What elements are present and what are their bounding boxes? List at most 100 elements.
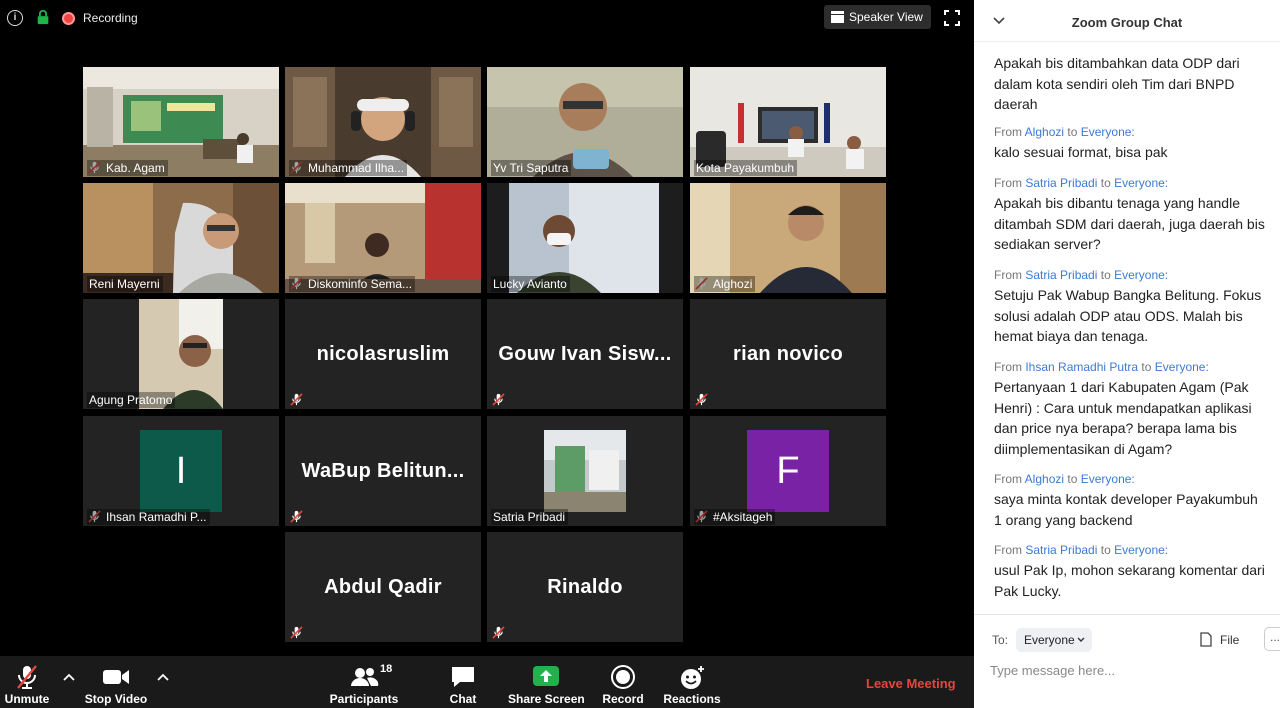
file-icon	[1200, 632, 1212, 647]
chat-header: Zoom Group Chat	[974, 0, 1280, 42]
message-recipient[interactable]: Everyone:	[1114, 543, 1168, 557]
message-sender[interactable]: Alghozi	[1025, 472, 1064, 486]
avatar: F	[747, 430, 829, 512]
chat-message: From Satria Pribadi to Everyone: usul Pa…	[994, 543, 1266, 601]
record-icon	[611, 665, 635, 689]
message-text: Apakah bis ditambahkan data ODP dari dal…	[994, 55, 1240, 112]
muted-mic-icon	[17, 665, 37, 689]
participant-tile[interactable]: Muhammad Ilha...	[285, 67, 481, 177]
to-word: to	[1100, 268, 1111, 282]
message-sender[interactable]: Ihsan Ramadhi Putra	[1025, 360, 1138, 374]
participant-tile[interactable]: rian novico	[690, 299, 886, 409]
participant-display-name: Abdul Qadir	[324, 575, 442, 598]
smiley-plus-icon	[681, 666, 704, 689]
message-recipient[interactable]: Everyone:	[1081, 125, 1135, 139]
participant-tile[interactable]: Reni Mayerni	[83, 183, 279, 293]
participant-tile[interactable]: Yv Tri Saputra	[487, 67, 683, 177]
participant-tile[interactable]: nicolasruslim	[285, 299, 481, 409]
video-options-chevron-icon[interactable]	[157, 672, 169, 684]
participant-name: Lucky Avianto	[491, 276, 570, 292]
participant-tile[interactable]: F #Aksitageh	[690, 416, 886, 526]
message-recipient[interactable]: Everyone:	[1081, 472, 1135, 486]
record-label: Record	[602, 692, 644, 706]
participant-name: Kab. Agam	[87, 160, 168, 176]
avatar: I	[140, 430, 222, 512]
avatar-letter: F	[776, 449, 800, 492]
to-label: To:	[992, 633, 1009, 647]
from-word: From	[994, 543, 1022, 557]
message-sender[interactable]: Alghozi	[1025, 125, 1064, 139]
speaker-view-icon	[831, 11, 844, 23]
chat-button[interactable]: Chat	[440, 656, 486, 708]
message-meta: From Alghozi to Everyone:	[994, 472, 1266, 487]
message-text: kalo sesuai format, bisa pak	[994, 144, 1168, 160]
message-meta: From Ihsan Ramadhi Putra to Everyone:	[994, 360, 1266, 375]
message-recipient[interactable]: Everyone:	[1155, 360, 1209, 374]
leave-meeting-button[interactable]: Leave Meeting	[866, 676, 956, 691]
zoom-window: i Recording Speaker View Kab. Agam Muham…	[0, 0, 1280, 708]
participant-tile[interactable]: Rinaldo	[487, 532, 683, 642]
chat-panel: Zoom Group Chat Apakah bis ditambahkan d…	[974, 0, 1280, 708]
message-recipient[interactable]: Everyone:	[1114, 176, 1168, 190]
participant-name: Ihsan Ramadhi P...	[87, 509, 210, 525]
message-sender[interactable]: Satria Pribadi	[1025, 268, 1097, 282]
muted-mic-icon	[290, 393, 303, 406]
participant-tile[interactable]: Abdul Qadir	[285, 532, 481, 642]
message-meta: From Satria Pribadi to Everyone:	[994, 543, 1266, 558]
speaker-view-button[interactable]: Speaker View	[824, 5, 931, 29]
participant-tile[interactable]: I Ihsan Ramadhi P...	[83, 416, 279, 526]
record-button[interactable]: Record	[600, 656, 646, 708]
participant-display-name: rian novico	[733, 342, 843, 365]
to-word: to	[1100, 176, 1111, 190]
info-icon[interactable]: i	[7, 10, 23, 26]
stop-video-button[interactable]: Stop Video	[82, 656, 150, 708]
participant-tile[interactable]: Alghozi	[690, 183, 886, 293]
message-text: saya minta kontak developer Payakumbuh 1…	[994, 491, 1258, 528]
to-word: to	[1067, 125, 1078, 139]
lock-icon[interactable]	[35, 9, 51, 25]
reactions-label: Reactions	[663, 692, 721, 706]
file-button[interactable]: File	[1198, 631, 1239, 649]
reactions-button[interactable]: Reactions	[662, 656, 722, 708]
message-sender[interactable]: Satria Pribadi	[1025, 543, 1097, 557]
fullscreen-icon[interactable]	[944, 10, 960, 26]
message-meta: From Alghozi to Everyone:	[994, 125, 1266, 140]
unmute-button[interactable]: Unmute	[0, 656, 54, 708]
participants-label: Participants	[329, 692, 399, 706]
message-input[interactable]	[990, 659, 1260, 681]
participant-tile[interactable]: Gouw Ivan Sisw...	[487, 299, 683, 409]
muted-mic-icon	[290, 510, 303, 523]
message-sender[interactable]: Satria Pribadi	[1025, 176, 1097, 190]
message-text: Pertanyaan 1 dari Kabupaten Agam (Pak He…	[994, 379, 1252, 457]
recipient-select[interactable]: Everyone	[1016, 628, 1092, 652]
muted-mic-icon	[695, 393, 708, 406]
recipient-value: Everyone	[1024, 633, 1075, 647]
chat-composer: To: Everyone File ...	[974, 614, 1280, 708]
participant-name: Alghozi	[694, 276, 756, 292]
audio-options-chevron-icon[interactable]	[63, 672, 75, 684]
participant-name: Muhammad Ilha...	[289, 160, 408, 176]
participant-tile[interactable]: Satria Pribadi	[487, 416, 683, 526]
participant-tile[interactable]: Diskominfo Sema...	[285, 183, 481, 293]
to-word: to	[1141, 360, 1152, 374]
participant-display-name: Rinaldo	[547, 575, 623, 598]
muted-mic-icon	[290, 626, 303, 639]
chat-message: From Ihsan Ramadhi Putra to Everyone: Pe…	[994, 360, 1266, 459]
chat-message: From Alghozi to Everyone: kalo sesuai fo…	[994, 125, 1266, 163]
participant-tile[interactable]: Kab. Agam	[83, 67, 279, 177]
from-word: From	[994, 176, 1022, 190]
more-options-button[interactable]: ...	[1264, 627, 1280, 651]
chat-message: From Satria Pribadi to Everyone: Apakah …	[994, 176, 1266, 255]
message-recipient[interactable]: Everyone:	[1114, 268, 1168, 282]
participant-tile[interactable]: WaBup Belitun...	[285, 416, 481, 526]
from-word: From	[994, 125, 1022, 139]
file-label: File	[1220, 633, 1240, 647]
from-word: From	[994, 268, 1022, 282]
participant-name: Yv Tri Saputra	[491, 160, 572, 176]
participants-icon	[351, 668, 379, 686]
participant-tile[interactable]: Agung Pratomo	[83, 299, 279, 409]
participant-tile[interactable]: Kota Payakumbuh	[690, 67, 886, 177]
chat-message: From Alghozi to Everyone: saya minta kon…	[994, 472, 1266, 530]
participant-tile-active-speaker[interactable]: Lucky Avianto	[487, 183, 683, 293]
share-screen-button[interactable]: Share Screen	[508, 656, 585, 708]
